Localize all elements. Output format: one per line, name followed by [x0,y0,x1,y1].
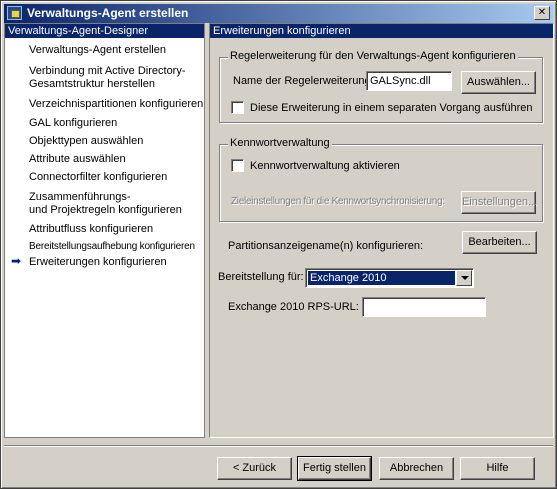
nav-step-label: Verwaltungs-Agent erstellen [29,44,166,56]
extension-name-field[interactable]: GALSync.dll [366,71,452,91]
enable-password-management-label: Kennwortverwaltung aktivieren [250,160,400,172]
nav-step-object-types[interactable]: Objekttypen auswählen [29,135,205,148]
password-management-group: Kennwortverwaltung Kennwortverwaltung ak… [219,137,543,222]
close-icon[interactable]: ✕ [534,6,550,20]
nav-step-configure-gal[interactable]: GAL konfigurieren [29,117,205,130]
nav-step-label: Attribute auswählen [29,153,126,165]
chevron-down-icon[interactable] [456,270,472,286]
edit-partitions-button[interactable]: Bearbeiten... [462,231,537,254]
nav-step-join-projection-rules[interactable]: Zusammenführungs-und Projektregeln konfi… [29,191,205,217]
select-extension-button[interactable]: Auswählen... [461,71,536,94]
rps-url-label: Exchange 2010 RPS-URL: [228,301,359,313]
help-button[interactable]: Hilfe [460,457,535,480]
password-settings-button[interactable]: Einstellungen... [461,191,537,214]
panel-header: Erweiterungen konfigurieren [210,24,553,38]
window-title: Verwaltungs-Agent erstellen [27,6,189,20]
partition-display-names-label: Partitionsanzeigename(n) konfigurieren: [228,240,424,252]
title-bar[interactable]: Verwaltungs-Agent erstellen ✕ [4,4,553,23]
nav-step-directory-partitions[interactable]: Verzeichnispartitionen konfigurieren [29,98,205,111]
enable-password-management-checkbox[interactable] [231,159,244,172]
target-settings-label: Zieleinstellungen für die Kennwortsynchr… [231,196,445,207]
nav-step-label: Erweiterungen konfigurieren [29,256,167,268]
rules-extension-group: Regelerweiterung für den Verwaltungs-Age… [219,50,543,123]
nav-step-label-line2: Gesamtstruktur herstellen [29,78,155,90]
provisioning-dropdown[interactable]: Exchange 2010 [305,268,474,288]
password-management-group-title: Kennwortverwaltung [228,137,332,149]
nav-step-label: Verzeichnispartitionen konfigurieren [29,98,204,110]
cancel-button[interactable]: Abbrechen [379,457,454,480]
footer-separator [4,445,553,447]
nav-step-attributes[interactable]: Attribute auswählen [29,153,205,166]
nav-step-create-agent[interactable]: Verwaltungs-Agent erstellen [29,44,205,57]
nav-step-deprovisioning[interactable]: Bereitstellungsaufhebung konfigurieren [29,240,205,253]
rps-url-field[interactable] [362,297,486,317]
nav-step-attribute-flow[interactable]: Attributfluss konfigurieren [29,223,205,236]
wizard-window: Verwaltungs-Agent erstellen ✕ Verwaltung… [0,0,557,489]
nav-step-label: Attributfluss konfigurieren [29,223,154,235]
nav-step-extensions[interactable]: Erweiterungen konfigurieren [29,256,205,269]
app-icon [7,6,22,20]
separate-process-checkbox[interactable] [231,101,244,114]
extension-name-label: Name der Regelerweiterung: [233,75,374,87]
steps-header: Verwaltungs-Agent-Designer [5,24,204,38]
nav-step-connector-filter[interactable]: Connectorfilter konfigurieren [29,171,205,184]
nav-step-label-line2: und Projektregeln konfigurieren [29,204,182,216]
provisioning-selected-value: Exchange 2010 [308,271,455,285]
nav-step-connect-forest[interactable]: Verbindung mit Active Directory- Gesamtst… [29,65,205,91]
nav-step-label: Zusammenführungs- [29,191,131,203]
current-step-arrow-icon: ➡ [11,254,22,268]
finish-button[interactable]: Fertig stellen [297,456,372,481]
wizard-steps-pane: Verwaltungs-Agent-Designer Verwaltungs-A… [4,23,205,438]
provisioning-label: Bereitstellung für: [218,271,304,283]
separate-process-label: Diese Erweiterung in einem separaten Vor… [250,102,533,114]
nav-step-label: Connectorfilter konfigurieren [29,171,168,183]
nav-step-label: Objekttypen auswählen [29,135,144,147]
nav-step-label: GAL konfigurieren [29,117,118,129]
extensions-panel: Erweiterungen konfigurieren Regelerweite… [209,23,554,438]
back-button[interactable]: < Zurück [217,457,292,480]
nav-step-label: Bereitstellungsaufhebung konfigurieren [29,241,195,252]
nav-step-label: Verbindung mit Active Directory- [29,65,186,77]
rules-extension-group-title: Regelerweiterung für den Verwaltungs-Age… [228,50,518,62]
